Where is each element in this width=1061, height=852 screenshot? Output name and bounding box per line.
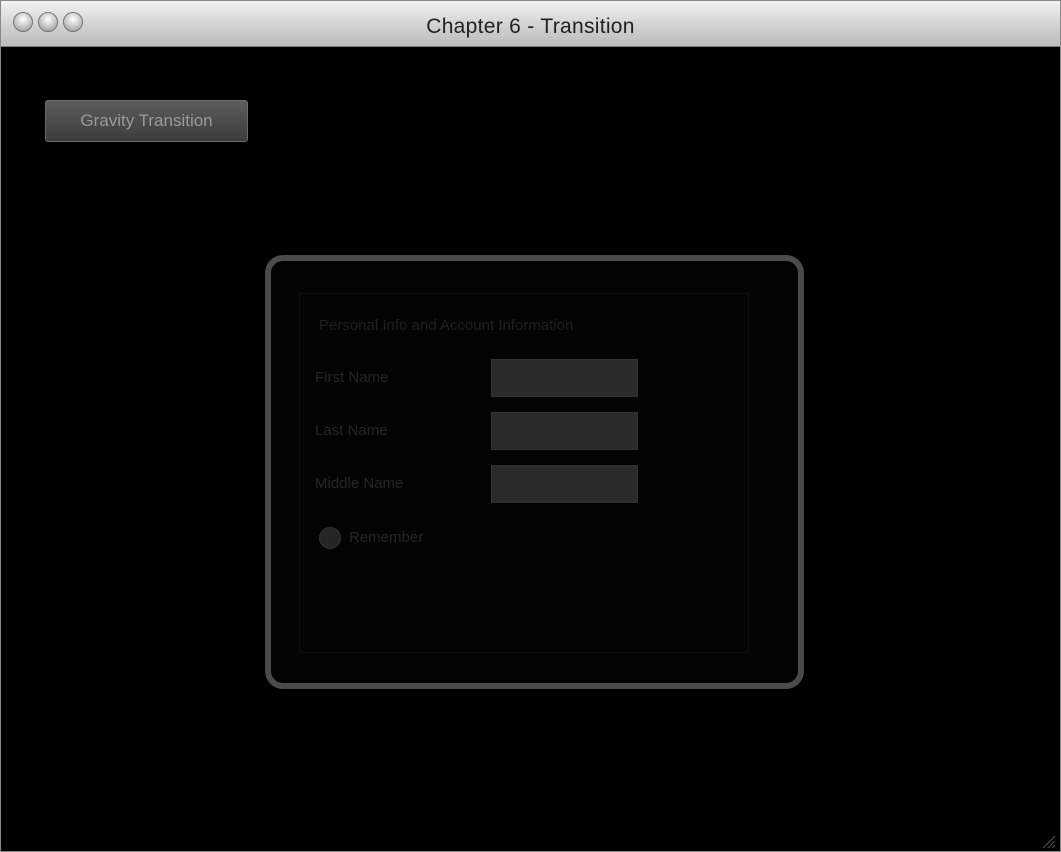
dialog-heading: Personal Info and Account Information xyxy=(319,317,574,334)
first-name-field[interactable] xyxy=(491,359,638,397)
middle-name-row: Middle Name xyxy=(315,465,655,505)
app-window: Chapter 6 - Transition Gravity Transitio… xyxy=(0,0,1061,852)
window-title: Chapter 6 - Transition xyxy=(426,15,635,38)
last-name-field[interactable] xyxy=(491,412,638,450)
middle-name-label: Middle Name xyxy=(315,475,404,492)
first-name-label: First Name xyxy=(315,369,389,386)
gravity-transition-button[interactable]: Gravity Transition xyxy=(45,100,248,142)
remember-label: Remember xyxy=(349,529,424,546)
middle-name-field[interactable] xyxy=(491,465,638,503)
scene-canvas: Gravity Transition Personal Info and Acc… xyxy=(1,47,1060,851)
remember-checkbox[interactable] xyxy=(319,527,341,549)
resize-grip-icon[interactable] xyxy=(1040,833,1056,849)
first-name-row: First Name xyxy=(315,359,655,399)
transition-dialog: Personal Info and Account Information Fi… xyxy=(265,255,804,689)
last-name-label: Last Name xyxy=(315,422,388,439)
title-bar[interactable]: Chapter 6 - Transition xyxy=(1,1,1060,47)
last-name-row: Last Name xyxy=(315,412,655,452)
